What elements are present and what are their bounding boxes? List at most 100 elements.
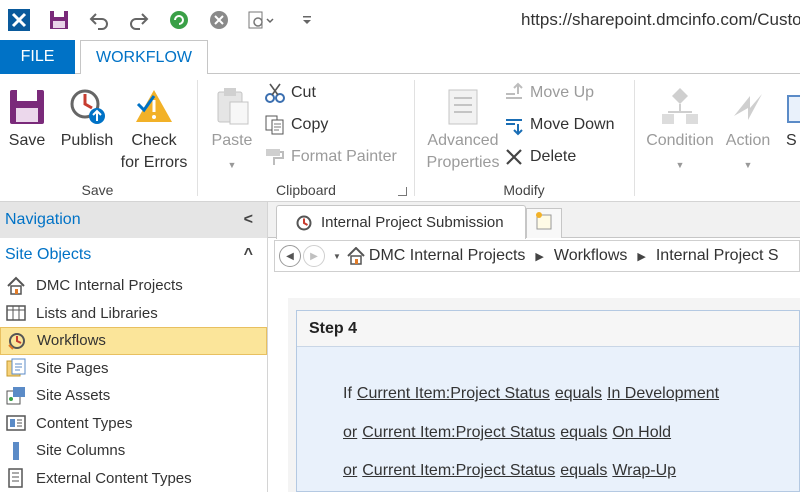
delete-label: Delete — [530, 148, 577, 165]
new-tab-button[interactable] — [526, 208, 562, 238]
tab-workflow[interactable]: WORKFLOW — [80, 40, 208, 75]
condition-icon — [662, 88, 698, 124]
action-dropdown-icon[interactable]: ▼ — [720, 154, 776, 176]
save-button[interactable]: Save — [4, 82, 50, 152]
save-group: Save Publish Check for Errors Save — [0, 74, 195, 202]
action-button[interactable]: Action ▼ — [720, 82, 776, 176]
quick-access-toolbar: https://sharepoint.dmcinfo.com/Custo — [0, 0, 800, 40]
ribbon: Save Publish Check for Errors Save Paste… — [0, 74, 800, 202]
workflow-canvas: Step 4 If Current Item:Project Status equa… — [288, 298, 800, 492]
scissors-icon — [263, 82, 287, 104]
tab-internal-project-submission[interactable]: Internal Project Submission — [276, 205, 526, 239]
navigation-pane: Navigation < Site Objects ^ DMC Internal… — [0, 202, 268, 492]
condition-operator-link[interactable]: equals — [560, 424, 607, 441]
customize-toolbar-icon[interactable] — [294, 7, 320, 33]
format-painter-label: Format Painter — [291, 148, 397, 165]
condition-value-link[interactable]: Wrap-Up — [612, 462, 676, 479]
nav-item-lists-and-libraries[interactable]: Lists and Libraries — [0, 300, 267, 328]
publish-button[interactable]: Publish — [56, 82, 118, 152]
ribbon-separator — [414, 80, 415, 196]
columns-icon — [5, 441, 27, 461]
nav-item-site-pages[interactable]: Site Pages — [0, 355, 267, 383]
condition-button[interactable]: Condition ▼ — [640, 82, 720, 176]
action-icon — [734, 94, 762, 120]
cut-label: Cut — [291, 84, 316, 101]
stop-icon[interactable] — [206, 7, 232, 33]
paste-dropdown-icon[interactable]: ▼ — [205, 154, 259, 176]
pages-icon — [5, 358, 27, 378]
check-label-2: for Errors — [120, 154, 188, 171]
paste-button[interactable]: Paste ▼ — [205, 82, 259, 176]
condition-operator-link[interactable]: equals — [555, 385, 602, 402]
history-dropdown-icon[interactable]: ▼ — [333, 252, 341, 261]
condition-dropdown-icon[interactable]: ▼ — [640, 154, 720, 176]
format-painter-button[interactable]: Format Painter — [263, 146, 397, 168]
site-objects-header[interactable]: Site Objects ^ — [0, 238, 267, 272]
modify-group-label: Modify — [503, 182, 545, 198]
forward-button[interactable]: ▶ — [303, 245, 325, 267]
workflow-icon — [6, 331, 28, 351]
paste-icon — [217, 88, 249, 125]
ribbon-separator — [197, 80, 198, 196]
nav-item-workflows[interactable]: Workflows — [0, 327, 267, 355]
nav-item-site-assets[interactable]: Site Assets — [0, 382, 267, 410]
cut-button[interactable]: Cut — [263, 82, 316, 104]
redo-icon[interactable] — [126, 7, 152, 33]
condition-value-link[interactable]: On Hold — [612, 424, 671, 441]
condition-keyword[interactable]: or — [343, 462, 357, 479]
breadcrumb-separator-icon[interactable]: ▶ — [637, 250, 645, 263]
breadcrumb-item[interactable]: Internal Project S — [656, 247, 779, 265]
workflow-step[interactable]: Step 4 If Current Item:Project Status equa… — [296, 310, 800, 492]
condition-operator-link[interactable]: equals — [560, 462, 607, 479]
preview-in-browser-icon[interactable] — [246, 7, 280, 33]
breadcrumb-item[interactable]: Workflows — [554, 247, 628, 265]
move-up-button[interactable]: Move Up — [502, 82, 594, 104]
delete-button[interactable]: Delete — [502, 146, 576, 168]
copy-icon — [263, 114, 287, 136]
nav-item-content-types[interactable]: Content Types — [0, 410, 267, 438]
home-icon — [5, 276, 27, 296]
breadcrumb-separator-icon[interactable]: ▶ — [535, 250, 543, 263]
copy-button[interactable]: Copy — [263, 114, 328, 136]
condition-value-link[interactable]: In Development — [607, 385, 719, 402]
refresh-icon[interactable] — [166, 7, 192, 33]
copy-label: Copy — [291, 116, 329, 133]
nav-item-label: Site Assets — [36, 387, 111, 405]
condition-keyword: If — [343, 385, 352, 402]
delete-icon — [502, 146, 526, 168]
nav-item-label: Content Types — [36, 414, 133, 432]
nav-item-dmc-internal-projects[interactable]: DMC Internal Projects — [0, 272, 267, 300]
nav-item-label: Site Columns — [36, 442, 126, 460]
clipboard-launcher-icon[interactable] — [398, 187, 407, 196]
step-button[interactable]: S — [786, 82, 800, 152]
chevron-up-icon[interactable]: ^ — [244, 246, 253, 264]
condition-field-link[interactable]: Current Item:Project Status — [362, 462, 555, 479]
assets-icon — [5, 386, 27, 406]
tab-file[interactable]: FILE — [0, 40, 75, 74]
step-title[interactable]: Step 4 — [297, 311, 799, 347]
condition-line: or Current Item:Project Status equals On Ho… — [343, 424, 676, 442]
check-for-errors-icon — [136, 90, 172, 122]
move-down-button[interactable]: Move Down — [502, 114, 614, 136]
nav-item-site-columns[interactable]: Site Columns — [0, 437, 267, 465]
back-button[interactable]: ◀ — [279, 245, 301, 267]
save-group-label: Save — [81, 182, 114, 198]
save-icon[interactable] — [46, 7, 72, 33]
advanced-label-1: Advanced — [427, 132, 499, 149]
nav-item-external-content-types[interactable]: External Content Types — [0, 465, 267, 492]
condition-keyword[interactable]: or — [343, 424, 357, 441]
move-down-label: Move Down — [530, 116, 615, 133]
condition-field-link[interactable]: Current Item:Project Status — [362, 424, 555, 441]
publish-label: Publish — [60, 132, 114, 149]
breadcrumb-item[interactable]: DMC Internal Projects — [369, 247, 526, 265]
collapse-navigation-icon[interactable]: < — [244, 211, 253, 229]
content-types-icon — [5, 413, 27, 433]
check-for-errors-button[interactable]: Check for Errors — [118, 82, 190, 174]
nav-item-label: Workflows — [37, 332, 106, 350]
check-label-1: Check — [131, 132, 177, 149]
document-area: Internal Project Submission ◀ ▶ ▼ DMC In… — [268, 202, 800, 492]
advanced-properties-button[interactable]: Advanced Properties — [420, 82, 506, 174]
undo-icon[interactable] — [86, 7, 112, 33]
site-url: https://sharepoint.dmcinfo.com/Custo — [521, 10, 800, 29]
condition-field-link[interactable]: Current Item:Project Status — [357, 385, 550, 402]
